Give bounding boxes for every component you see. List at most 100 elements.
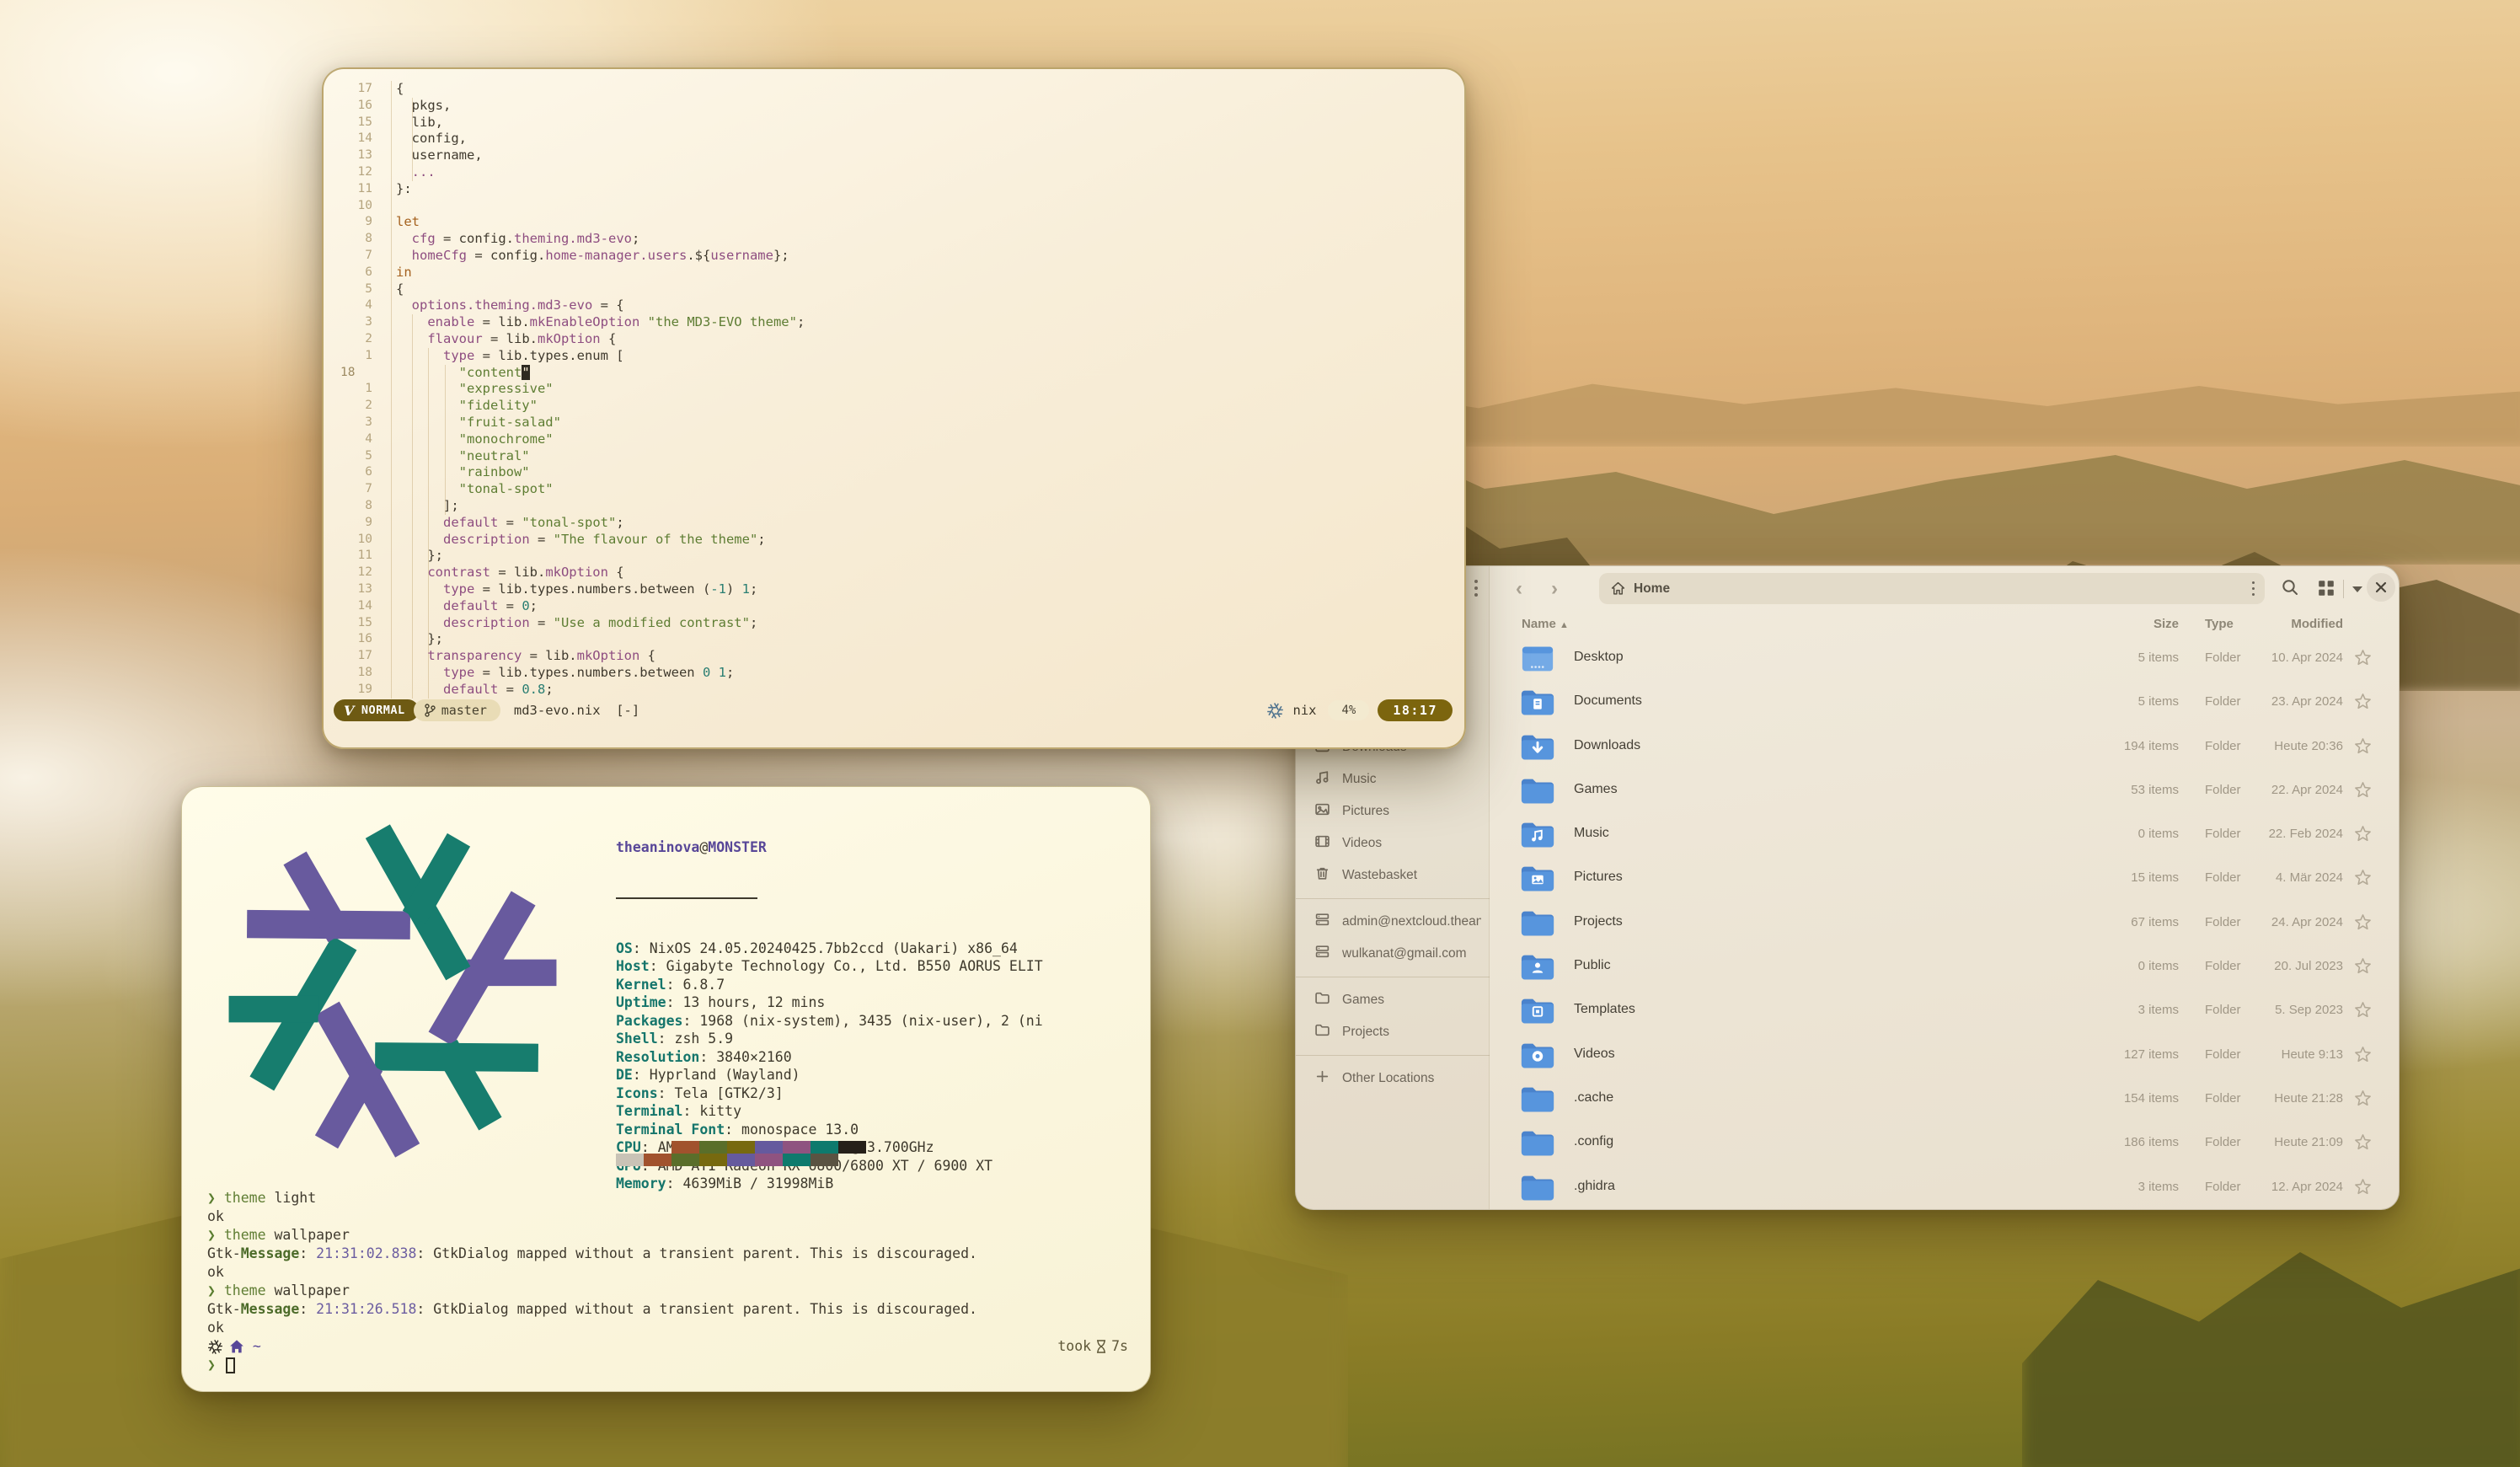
sidebar-item-projects[interactable]: Projects — [1296, 1016, 1490, 1048]
star-icon[interactable] — [2354, 825, 2372, 843]
code-line[interactable]: 15 lib, — [324, 115, 1458, 131]
table-row[interactable]: Videos127 itemsFolderHeute 9:13 — [1490, 1034, 2399, 1078]
star-icon[interactable] — [2354, 1133, 2372, 1151]
sidebar-item-admin-nextcloud-theanin-[interactable]: admin@nextcloud.theanin... — [1296, 906, 1490, 938]
table-row[interactable]: Games53 itemsFolder22. Apr 2024 — [1490, 769, 2399, 813]
table-row[interactable]: Public0 itemsFolder20. Jul 2023 — [1490, 945, 2399, 989]
code-line[interactable]: 8 cfg = config.theming.md3-evo; — [324, 231, 1458, 248]
fetch-row: Icons: Tela [GTK2/3] — [616, 1084, 1043, 1103]
sidebar-item-other-locations[interactable]: Other Locations — [1296, 1063, 1490, 1095]
sidebar-item-wastebasket[interactable]: Wastebasket — [1296, 859, 1490, 891]
table-row[interactable]: Desktop5 itemsFolder10. Apr 2024 — [1490, 637, 2399, 681]
sidebar-item-label: Games — [1342, 993, 1384, 1008]
terminal-line: ❯ theme light — [207, 1189, 1128, 1207]
star-icon[interactable] — [2354, 1178, 2372, 1196]
code-line[interactable]: 1 type = lib.types.enum [ — [324, 348, 1458, 365]
file-modified: 4. Mär 2024 — [2217, 870, 2343, 885]
star-icon[interactable] — [2354, 957, 2372, 975]
sidebar-item-label: wulkanat@gmail.com — [1342, 946, 1467, 961]
sidebar-menu-dots-icon[interactable] — [1474, 580, 1478, 597]
code-line[interactable]: 9 default = "tonal-spot"; — [324, 515, 1458, 532]
code-line[interactable]: 17{ — [324, 81, 1458, 98]
code-line[interactable]: 11}: — [324, 181, 1458, 198]
editor-window: 17{16 pkgs,15 lib,14 config,13 username,… — [322, 67, 1466, 749]
terminal-scrollback[interactable]: ❯ theme lightok❯ theme wallpaperGtk-Mess… — [207, 1189, 1128, 1374]
column-header-modified[interactable]: Modified — [2217, 617, 2343, 631]
sidebar-item-music[interactable]: Music — [1296, 763, 1490, 795]
star-icon[interactable] — [2354, 869, 2372, 886]
table-row[interactable]: .ghidra3 itemsFolder12. Apr 2024 — [1490, 1166, 2399, 1210]
code-line[interactable]: 4 options.theming.md3-evo = { — [324, 297, 1458, 314]
code-line[interactable]: 14 default = 0; — [324, 598, 1458, 615]
code-line[interactable]: 13 username, — [324, 147, 1458, 164]
star-icon[interactable] — [2354, 1090, 2372, 1107]
line-number: 11 — [324, 548, 372, 565]
table-row[interactable]: Music0 itemsFolder22. Feb 2024 — [1490, 813, 2399, 857]
code-line[interactable]: 10 description = "The flavour of the the… — [324, 532, 1458, 549]
table-row[interactable]: Projects67 itemsFolder24. Apr 2024 — [1490, 902, 2399, 945]
code-line[interactable]: 5 "neutral" — [324, 448, 1458, 465]
line-number: 16 — [324, 98, 372, 115]
code-line[interactable]: 2 flavour = lib.mkOption { — [324, 331, 1458, 348]
code-line[interactable]: 16 }; — [324, 631, 1458, 648]
code-line[interactable]: 15 description = "Use a modified contras… — [324, 615, 1458, 632]
grid-view-icon[interactable] — [2317, 579, 2335, 597]
star-icon[interactable] — [2354, 693, 2372, 710]
sidebar-item-wulkanat-gmail-com[interactable]: wulkanat@gmail.com — [1296, 938, 1490, 970]
code-line[interactable]: 14 config, — [324, 131, 1458, 147]
code-line[interactable]: 6 "rainbow" — [324, 464, 1458, 481]
table-row[interactable]: .config186 itemsFolderHeute 21:09 — [1490, 1122, 2399, 1165]
code-line[interactable]: 10 — [324, 198, 1458, 215]
code-line[interactable]: 13 type = lib.types.numbers.between (-1)… — [324, 581, 1458, 598]
star-icon[interactable] — [2354, 1046, 2372, 1063]
sidebar-item-pictures[interactable]: Pictures — [1296, 795, 1490, 827]
code-line[interactable]: 18 "content" — [324, 365, 1458, 382]
search-icon[interactable] — [2280, 577, 2300, 597]
code-line[interactable]: 9let — [324, 214, 1458, 231]
code-line[interactable]: 3 "fruit-salad" — [324, 415, 1458, 431]
code-line[interactable]: 5{ — [324, 281, 1458, 298]
code-line[interactable]: 12 contrast = lib.mkOption { — [324, 565, 1458, 581]
code-line[interactable]: 19 default = 0.8; — [324, 682, 1458, 699]
file-name: Games — [1574, 782, 1618, 797]
sidebar-item-games[interactable]: Games — [1296, 984, 1490, 1016]
column-header-size[interactable]: Size — [2095, 617, 2179, 631]
column-header-name[interactable]: Name ▲ — [1522, 617, 1569, 631]
code-line[interactable]: 12 ... — [324, 164, 1458, 181]
sidebar-item-videos[interactable]: Videos — [1296, 827, 1490, 859]
table-row[interactable]: Pictures15 itemsFolder4. Mär 2024 — [1490, 857, 2399, 901]
code-line[interactable]: 7 "tonal-spot" — [324, 481, 1458, 498]
star-icon[interactable] — [2354, 649, 2372, 667]
close-button[interactable] — [2367, 573, 2395, 602]
palette-swatch — [616, 1154, 644, 1166]
git-branch-indicator: master — [414, 699, 500, 721]
table-row[interactable]: Documents5 itemsFolder23. Apr 2024 — [1490, 681, 2399, 725]
code-line[interactable]: 16 pkgs, — [324, 98, 1458, 115]
star-icon[interactable] — [2354, 1001, 2372, 1019]
editor-code[interactable]: 17{16 pkgs,15 lib,14 config,13 username,… — [324, 81, 1458, 698]
code-line[interactable]: 4 "monochrome" — [324, 431, 1458, 448]
fetch-title: theaninova@MONSTER — [616, 838, 1043, 857]
code-line[interactable]: 7 homeCfg = config.home-manager.users.${… — [324, 248, 1458, 265]
line-number: 8 — [324, 231, 372, 248]
code-line[interactable]: 18 type = lib.types.numbers.between 0 1; — [324, 665, 1458, 682]
view-options-caret-icon[interactable] — [2352, 586, 2362, 592]
code-line[interactable]: 3 enable = lib.mkEnableOption "the MD3-E… — [324, 314, 1458, 331]
path-bar[interactable]: Home — [1599, 573, 2265, 604]
code-line[interactable]: 17 transparency = lib.mkOption { — [324, 648, 1458, 665]
back-button[interactable]: ‹ — [1506, 576, 1532, 602]
code-line[interactable]: 6in — [324, 265, 1458, 281]
star-icon[interactable] — [2354, 737, 2372, 755]
table-row[interactable]: Downloads194 itemsFolderHeute 20:36 — [1490, 725, 2399, 769]
code-line[interactable]: 8 ]; — [324, 498, 1458, 515]
code-line[interactable]: 11 }; — [324, 548, 1458, 565]
code-line[interactable]: 2 "fidelity" — [324, 398, 1458, 415]
star-icon[interactable] — [2354, 781, 2372, 799]
table-row[interactable]: .cache154 itemsFolderHeute 21:28 — [1490, 1078, 2399, 1122]
table-row[interactable]: Templates3 itemsFolder5. Sep 2023 — [1490, 989, 2399, 1033]
star-icon[interactable] — [2354, 913, 2372, 931]
forward-button[interactable]: › — [1542, 576, 1567, 602]
path-menu-icon[interactable] — [2252, 581, 2255, 597]
file-list: Desktop5 itemsFolder10. Apr 2024Document… — [1490, 637, 2399, 1210]
code-line[interactable]: 1 "expressive" — [324, 381, 1458, 398]
